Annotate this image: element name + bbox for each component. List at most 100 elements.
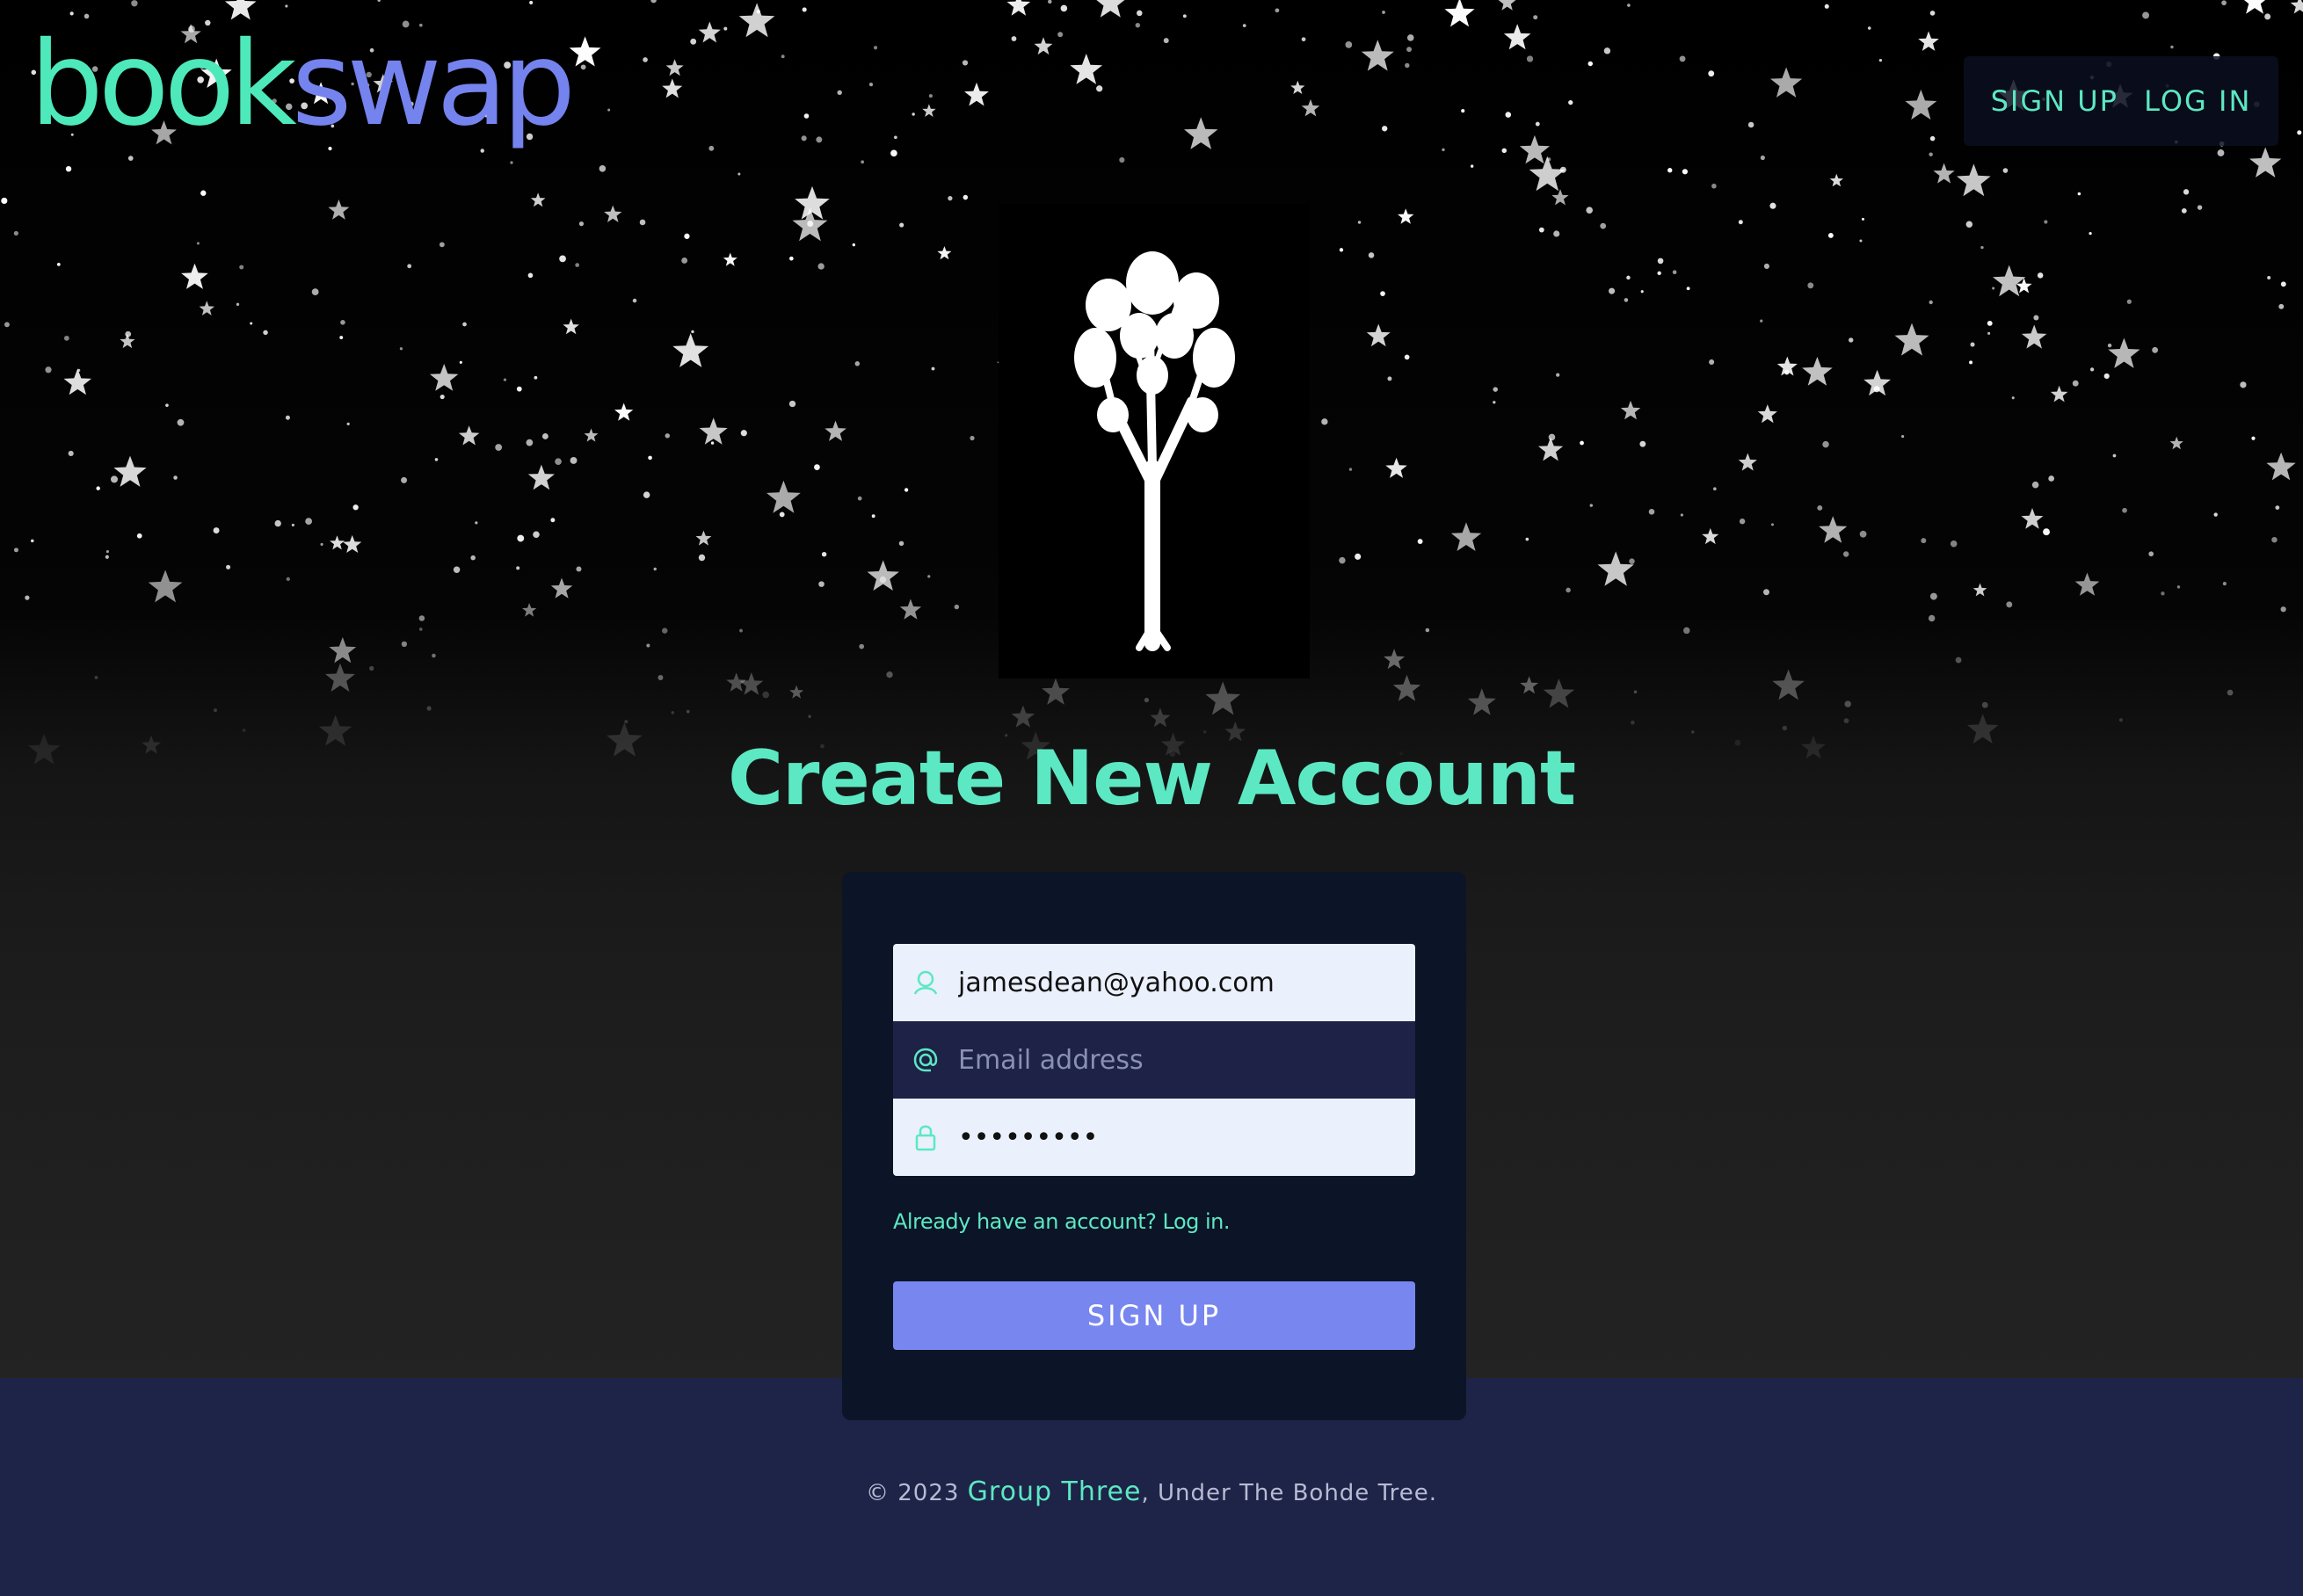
star-dot — [1406, 47, 1413, 53]
star-dot — [440, 394, 445, 400]
copyright-prefix: © 2023 — [865, 1480, 968, 1506]
star-shape — [825, 420, 846, 441]
star-dot — [624, 720, 628, 724]
star-dot — [529, 0, 534, 5]
star-dot — [1631, 720, 1635, 725]
star-dot — [665, 433, 670, 439]
star-dot — [723, 26, 728, 31]
email-input[interactable] — [958, 1044, 1398, 1076]
star-dot — [200, 190, 207, 196]
star-dot — [462, 322, 467, 327]
star-dot — [904, 488, 909, 492]
star-dot — [1547, 157, 1551, 162]
star-shape — [1385, 457, 1407, 478]
star-dot — [1921, 538, 1927, 544]
star-dot — [1119, 156, 1125, 163]
star-dot — [954, 604, 960, 610]
star-dot — [131, 0, 138, 7]
password-input[interactable] — [958, 1121, 1398, 1153]
star-dot — [165, 403, 169, 407]
star-dot — [56, 262, 61, 266]
star-dot — [894, 135, 897, 140]
star-shape — [1301, 98, 1320, 117]
top-nav: SIGN UP LOG IN — [1964, 56, 2278, 146]
star-dot — [1048, 0, 1052, 4]
star-dot — [681, 258, 688, 264]
star-dot — [2213, 512, 2218, 517]
star-shape — [1150, 707, 1171, 728]
star-dot — [1969, 360, 1973, 365]
star-dot — [1548, 433, 1556, 441]
star-shape — [867, 560, 899, 591]
star-dot — [1713, 487, 1717, 491]
star-dot — [105, 555, 109, 559]
star-shape — [1290, 80, 1305, 94]
star-dot — [1640, 290, 1644, 294]
brand-logo[interactable]: bookswap — [30, 26, 576, 142]
star-shape — [120, 333, 135, 349]
star-dot — [534, 375, 538, 380]
star-shape — [1042, 678, 1070, 705]
star-dot — [1950, 540, 1958, 548]
star-dot — [1526, 55, 1534, 62]
footer-org-link[interactable]: Group Three — [968, 1476, 1142, 1507]
star-dot — [173, 475, 178, 480]
star-dot — [879, 576, 887, 584]
star-dot — [1387, 376, 1392, 381]
star-dot — [2251, 436, 2256, 440]
star-dot — [196, 242, 200, 245]
star-dot — [639, 219, 646, 226]
signup-button[interactable]: SIGN UP — [893, 1281, 1415, 1350]
star-shape — [1034, 37, 1053, 55]
star-dot — [1760, 155, 1765, 161]
nav-signup-link[interactable]: SIGN UP — [1991, 84, 2118, 118]
star-dot — [1657, 271, 1661, 276]
star-dot — [575, 263, 579, 267]
star-dot — [2161, 591, 2165, 596]
star-dot — [2183, 189, 2190, 195]
star-dot — [868, 82, 874, 87]
star-dot — [45, 366, 52, 374]
star-dot — [1553, 230, 1560, 237]
star-shape — [148, 569, 183, 603]
star-dot — [470, 555, 476, 561]
star-dot — [643, 57, 648, 62]
star-shape — [766, 480, 801, 513]
star-dot — [762, 691, 770, 699]
star-dot — [890, 149, 897, 157]
star-dot — [2006, 601, 2013, 608]
star-dot — [213, 527, 220, 534]
star-dot — [1493, 401, 1496, 404]
star-dot — [2240, 381, 2247, 388]
star-dot — [1538, 227, 1544, 233]
nav-login-link[interactable]: LOG IN — [2144, 84, 2251, 118]
star-dot — [510, 161, 513, 164]
star-dot — [779, 511, 785, 518]
star-dot — [1, 197, 8, 205]
star-dot — [657, 675, 664, 681]
star-shape — [584, 428, 599, 442]
star-dot — [2103, 373, 2110, 380]
star-dot — [1955, 657, 1962, 664]
star-dot — [570, 456, 578, 464]
star-dot — [346, 422, 350, 425]
star-shape — [2243, 0, 2266, 14]
login-link[interactable]: Already have an account? Log in. — [893, 1209, 1231, 1234]
username-input[interactable] — [958, 967, 1398, 998]
star-shape — [328, 200, 350, 220]
star-dot — [1275, 8, 1280, 13]
star-dot — [1380, 291, 1385, 297]
star-dot — [2280, 281, 2286, 287]
star-dot — [2118, 718, 2123, 722]
star-dot — [13, 548, 18, 553]
star-dot — [1807, 282, 1814, 289]
star-dot — [1182, 14, 1187, 18]
star-dot — [2280, 606, 2286, 613]
star-dot — [1680, 513, 1683, 517]
star-dot — [1844, 700, 1851, 707]
star-dot — [1762, 589, 1769, 596]
star-dot — [788, 400, 796, 408]
star-dot — [852, 243, 856, 247]
star-shape — [1738, 453, 1757, 471]
star-dot — [1822, 440, 1829, 448]
